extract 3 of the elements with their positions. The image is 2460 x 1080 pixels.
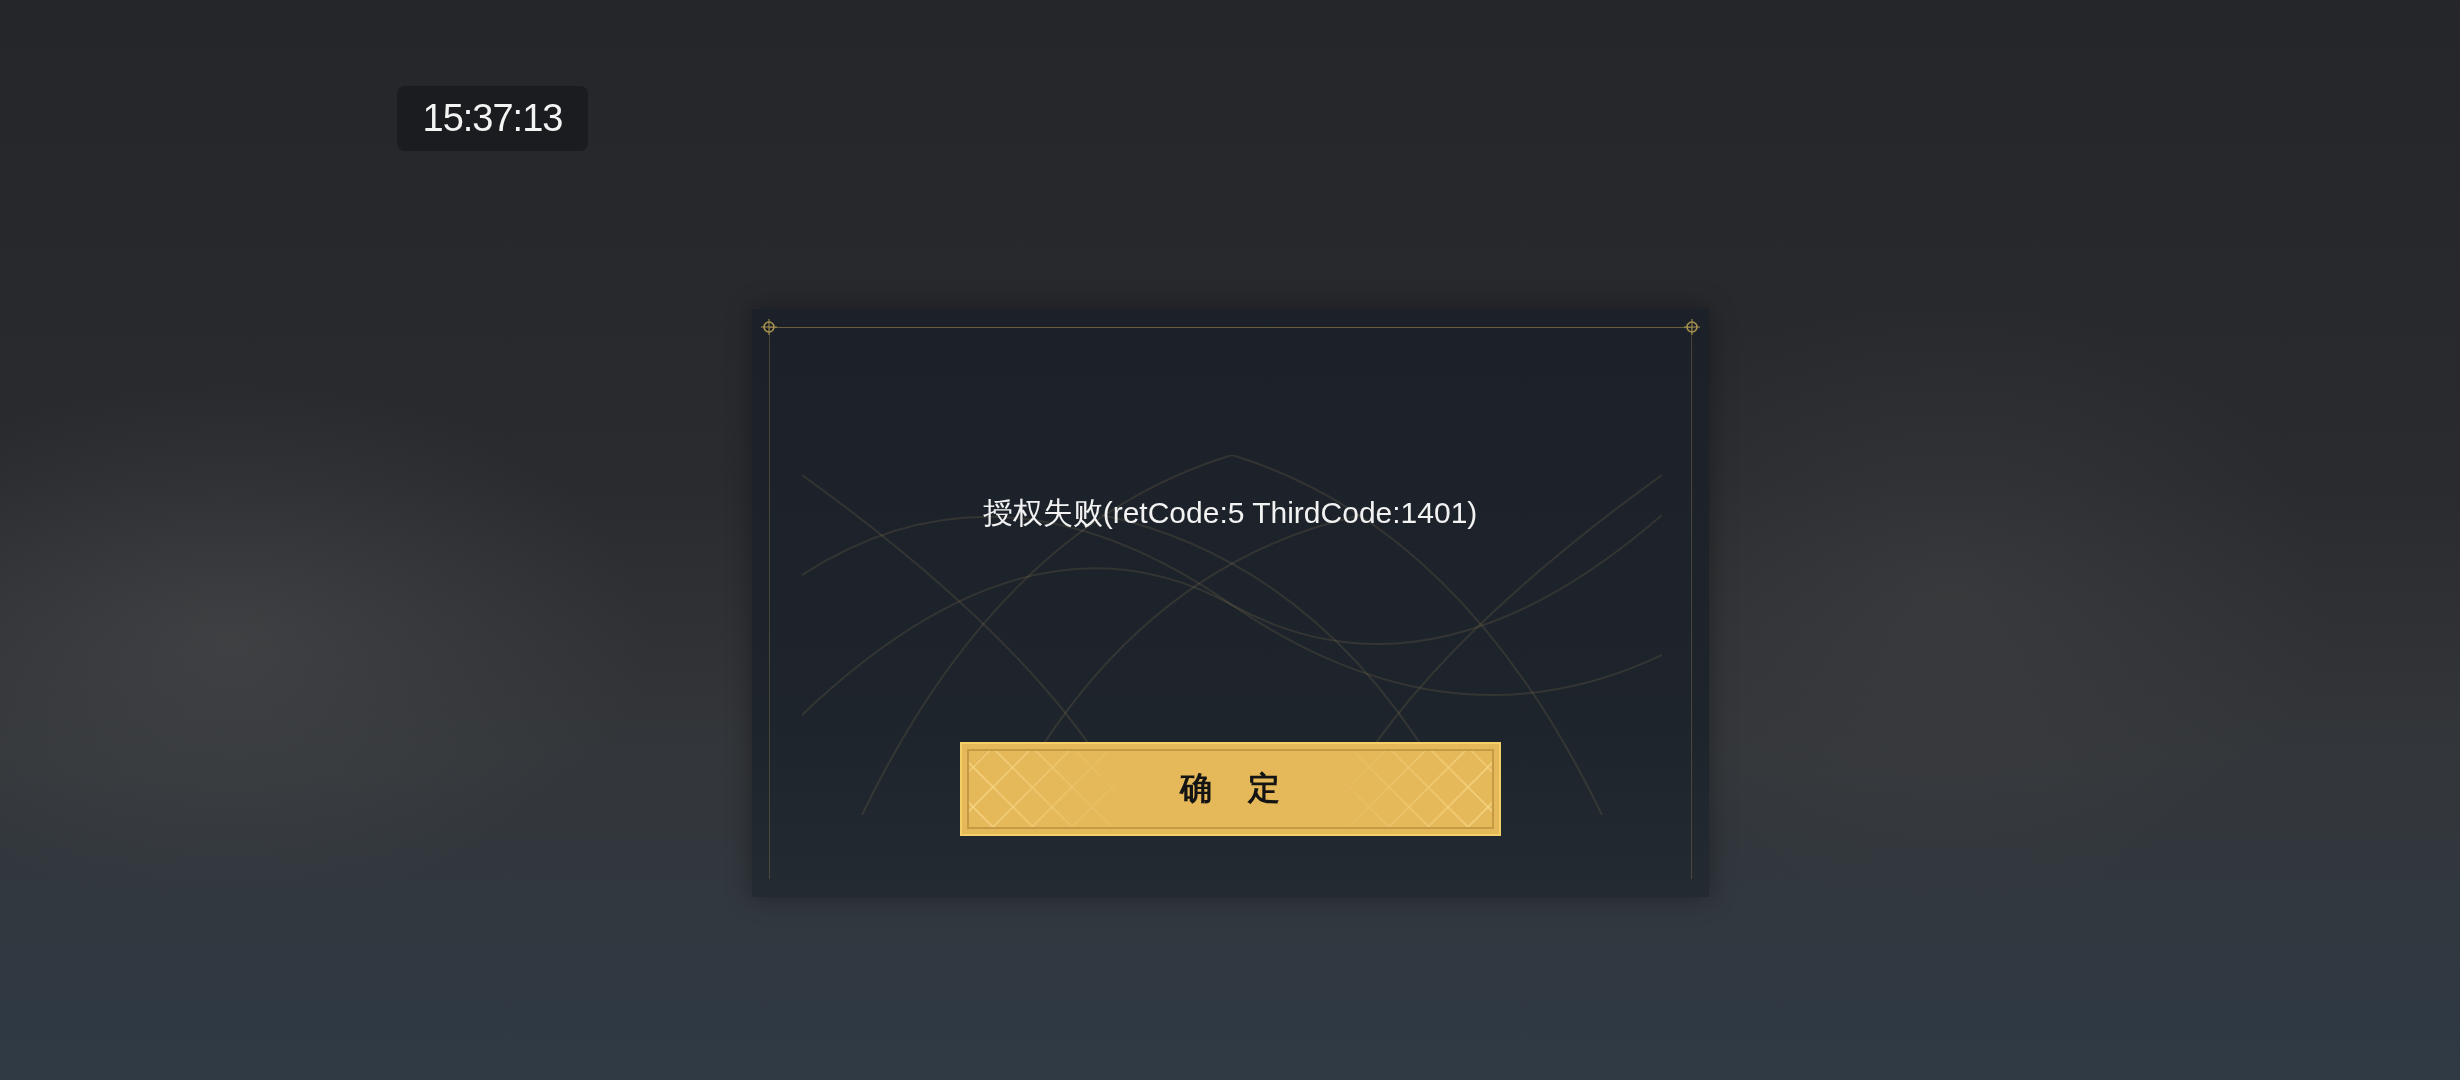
error-message: 授权失败(retCode:5 ThirdCode:1401) — [982, 495, 1478, 531]
confirm-button[interactable]: 确 定 — [959, 742, 1501, 836]
clock-time: 15:37:13 — [397, 86, 588, 151]
